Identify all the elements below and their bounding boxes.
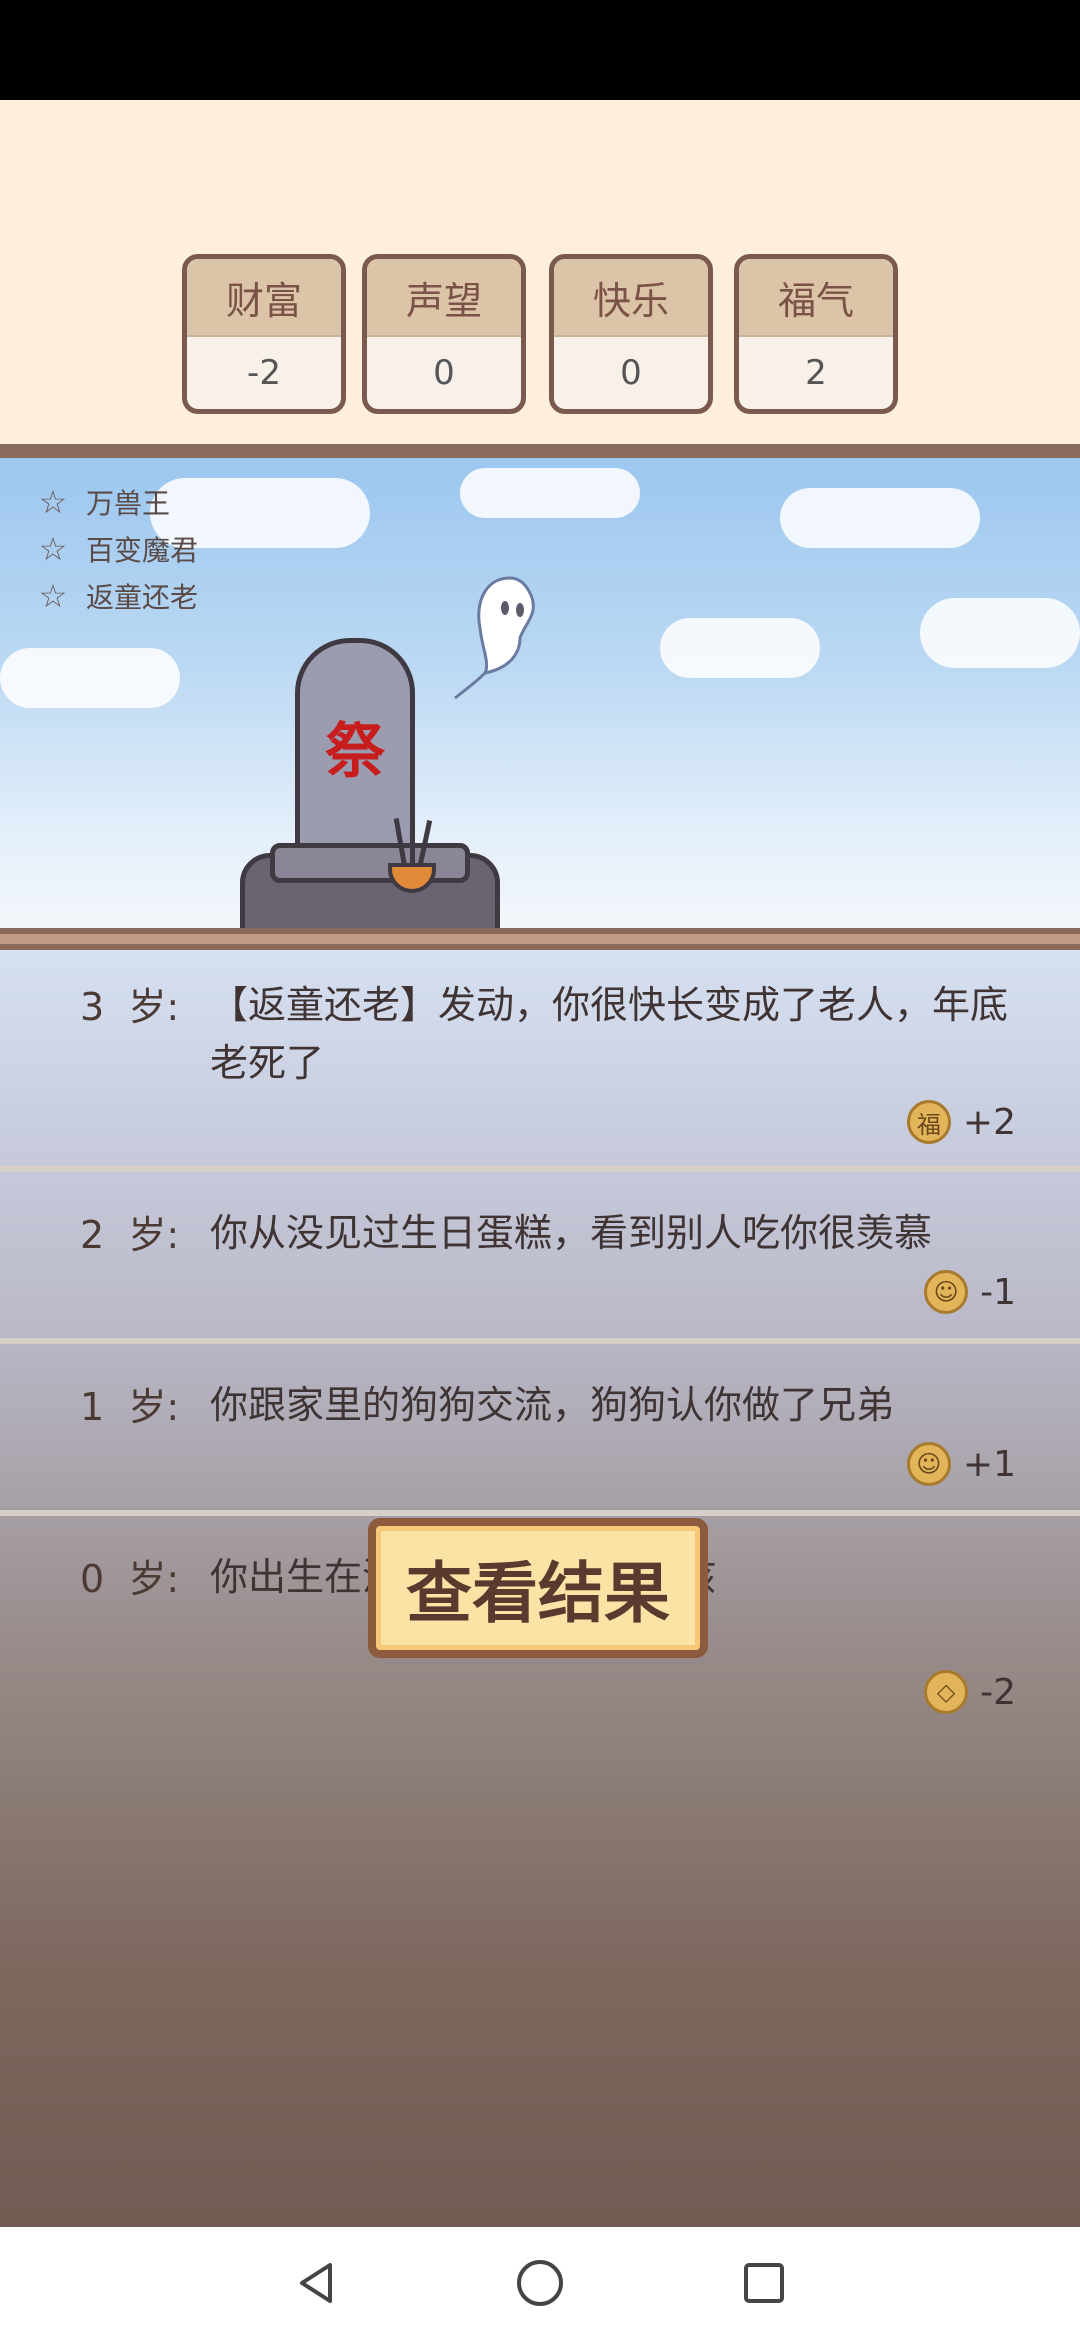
stat-happiness: 快乐 0 <box>549 254 713 414</box>
star-icon: ☆ <box>38 482 68 521</box>
trait-list: ☆ 万兽王 ☆ 百变魔君 ☆ 返童还老 <box>36 478 198 619</box>
log-text: 你从没见过生日蛋糕，看到别人吃你很羡慕 <box>210 1211 933 1255</box>
stat-fortune: 福气 2 <box>734 254 898 414</box>
navigation-bar <box>0 2227 1080 2338</box>
log-entry: 3 岁: 【返童还老】发动，你很快长变成了老人，年底老死了 福 +2 <box>0 950 1080 1172</box>
cloud <box>660 618 820 678</box>
stat-label: 财富 <box>187 259 341 337</box>
stats-panel: 财富 -2 声望 0 快乐 0 福气 2 <box>0 100 1080 444</box>
stat-value: -2 <box>247 353 281 393</box>
home-icon <box>517 2260 563 2306</box>
stat-value: 0 <box>620 353 642 393</box>
fortune-bag-icon: 福 <box>906 1100 951 1144</box>
trait-item: ☆ 万兽王 <box>36 478 198 525</box>
divider <box>0 444 1080 458</box>
trait-label: 返童还老 <box>86 580 199 614</box>
stat-value: 2 <box>805 353 827 393</box>
log-entry: 2 岁: 你从没见过生日蛋糕，看到别人吃你很羡慕 ☺ -1 <box>0 1178 1080 1344</box>
trait-item: ☆ 百变魔君 <box>36 525 198 572</box>
tombstone-character: 祭 <box>325 717 385 787</box>
stat-reputation: 声望 0 <box>362 254 526 414</box>
home-button[interactable] <box>512 2255 568 2311</box>
log-delta: ◇ -2 <box>924 1670 1016 1714</box>
trait-item: ☆ 返童还老 <box>36 572 198 619</box>
stat-value: 0 <box>433 353 455 393</box>
log-delta: 福 +2 <box>906 1100 1016 1144</box>
ghost-icon <box>454 576 535 700</box>
log-delta: ☺ -1 <box>924 1270 1016 1314</box>
status-bar <box>0 0 1080 100</box>
recents-button[interactable] <box>736 2255 792 2311</box>
incense-stick <box>410 816 415 866</box>
smiley-icon: ☺ <box>924 1270 969 1314</box>
log-entry: 1 岁: 你跟家里的狗狗交流，狗狗认你做了兄弟 ☺ +1 <box>0 1350 1080 1516</box>
trait-label: 万兽王 <box>86 486 171 520</box>
smiley-icon: ☺ <box>906 1442 951 1486</box>
grave-scene: ☆ 万兽王 ☆ 百变魔君 ☆ 返童还老 祭 <box>0 458 1080 928</box>
cloud <box>460 468 640 518</box>
log-delta-value: -2 <box>980 1671 1016 1713</box>
divider <box>0 928 1080 950</box>
stat-wealth: 财富 -2 <box>182 254 346 414</box>
recents-icon <box>744 2263 784 2303</box>
log-age: 2 岁: <box>80 1213 180 1257</box>
coin-icon: ◇ <box>924 1670 969 1714</box>
trait-label: 百变魔君 <box>86 533 199 567</box>
log-text: 【返童还老】发动，你很快长变成了老人，年底老死了 <box>210 983 1009 1085</box>
log-delta-value: +2 <box>962 1101 1016 1143</box>
log-age: 0 岁: <box>80 1557 180 1601</box>
stat-label: 福气 <box>739 259 893 337</box>
log-delta: ☺ +1 <box>906 1442 1016 1486</box>
log-delta-value: +1 <box>962 1443 1016 1485</box>
stat-label: 快乐 <box>554 259 708 337</box>
cloud <box>780 488 980 548</box>
log-age: 1 岁: <box>80 1385 180 1429</box>
view-result-button[interactable]: 查看结果 <box>368 1518 708 1658</box>
log-text: 你跟家里的狗狗交流，狗狗认你做了兄弟 <box>210 1383 895 1427</box>
back-icon <box>300 2263 332 2303</box>
tombstone-step <box>270 843 470 883</box>
cloud <box>0 648 180 708</box>
cloud <box>920 598 1080 668</box>
log-age: 3 岁: <box>80 985 180 1029</box>
star-icon: ☆ <box>38 529 68 568</box>
stat-label: 声望 <box>367 259 521 337</box>
back-button[interactable] <box>288 2255 344 2311</box>
log-delta-value: -1 <box>980 1271 1016 1313</box>
star-icon: ☆ <box>38 576 68 615</box>
